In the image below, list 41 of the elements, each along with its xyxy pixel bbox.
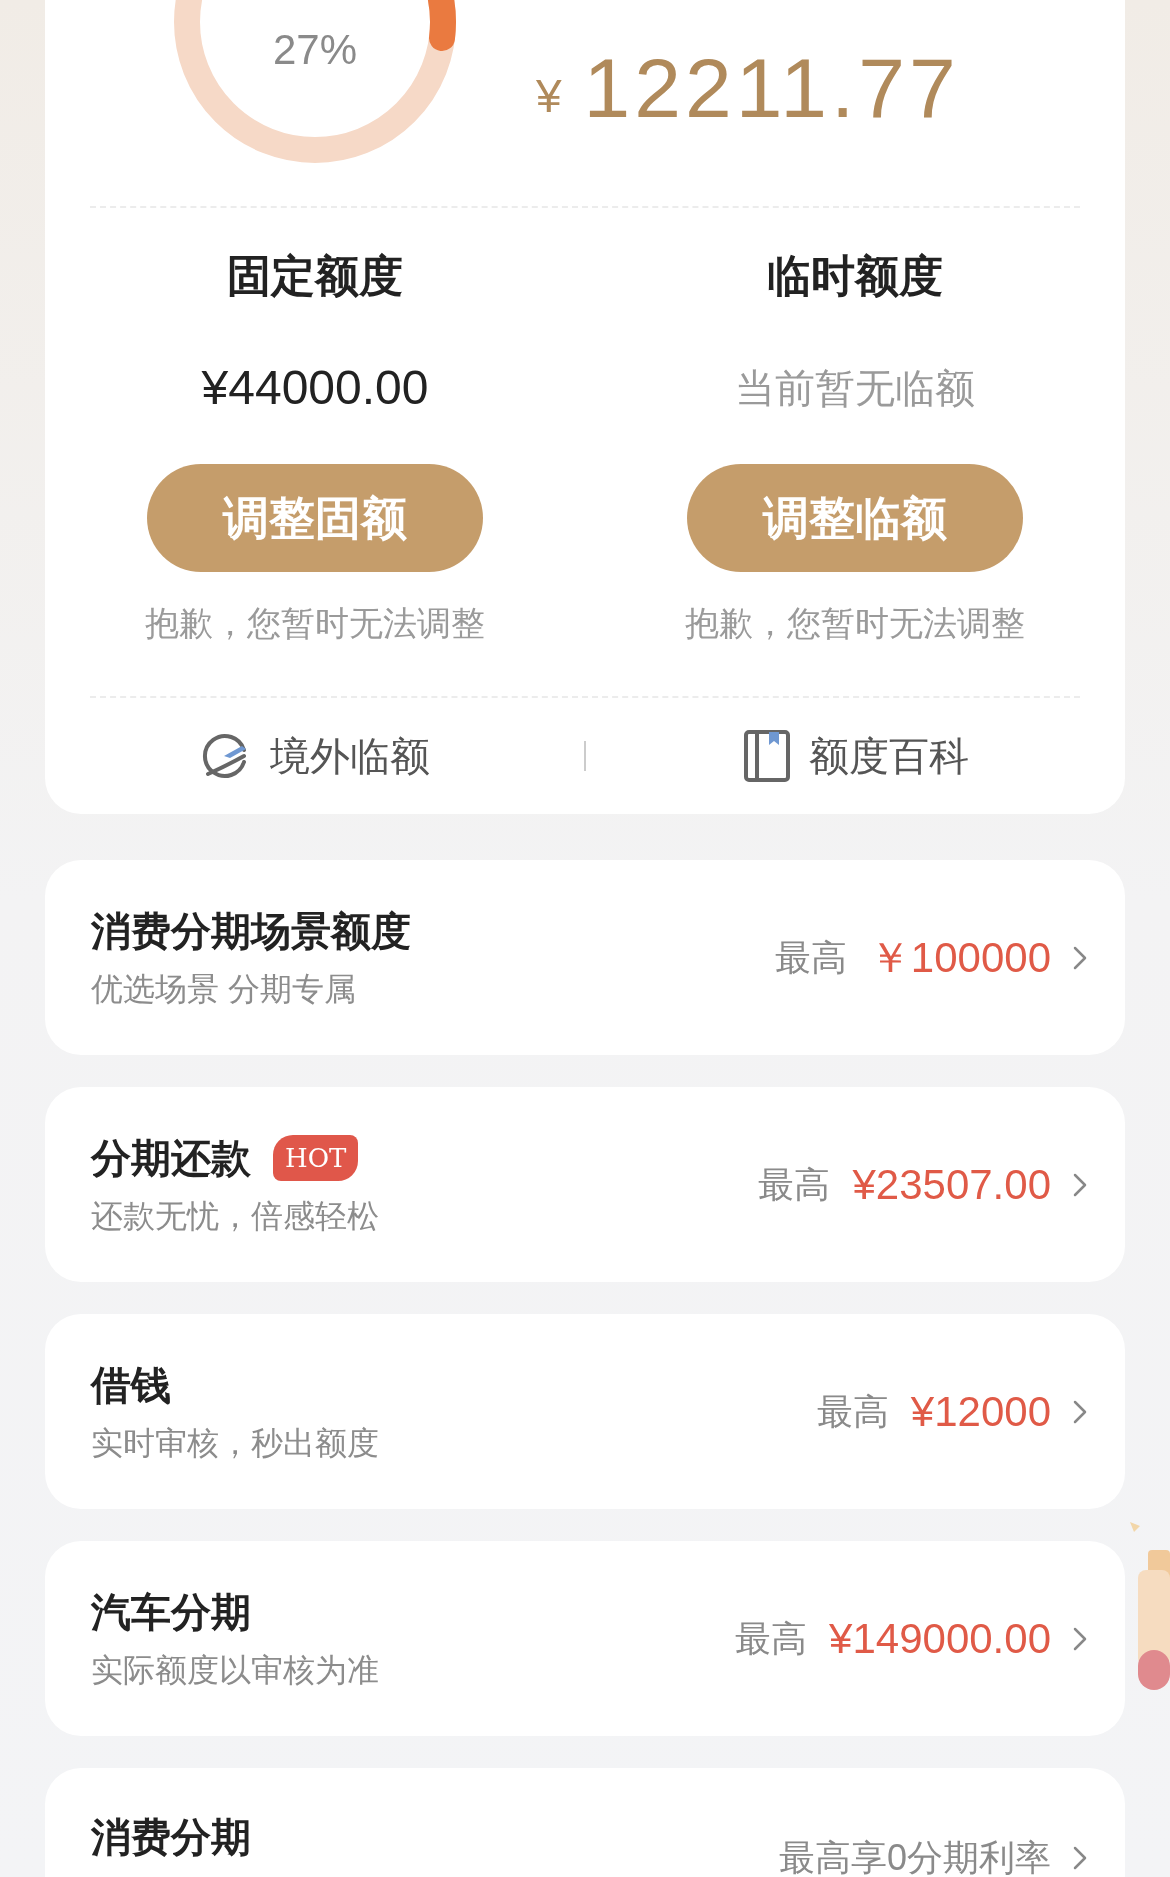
product-title: 消费分期 <box>91 1814 251 1861</box>
adjust-unavailable-note: 抱歉，您暂时无法调整 <box>685 603 1025 644</box>
product-subtitle: 实际额度以审核为准 <box>91 1650 380 1690</box>
max-amount: ￥100000 <box>868 933 1051 983</box>
chevron-right-icon <box>1073 1172 1087 1197</box>
max-amount: ¥23507.00 <box>852 1160 1051 1210</box>
product-subtitle: 优选场景 分期专属 <box>91 969 357 1009</box>
book-icon <box>742 729 791 783</box>
adjust-unavailable-note: 抱歉，您暂时无法调整 <box>145 603 485 644</box>
product-card[interactable]: 分期还款 HOT 还款无忧，倍感轻松 最高 ¥23507.00 <box>45 1087 1125 1282</box>
limit-value: 当前暂无临额 <box>735 365 975 412</box>
limit-value: ¥44000.00 <box>201 360 429 416</box>
product-title: 汽车分期 <box>91 1588 251 1636</box>
max-amount: ¥149000.00 <box>829 1614 1051 1664</box>
product-title: 消费分期场景额度 <box>91 907 411 955</box>
hot-badge: HOT <box>273 1134 359 1181</box>
chevron-right-icon <box>1073 1846 1087 1870</box>
limit-title: 固定额度 <box>227 250 403 302</box>
quota-link[interactable]: 额度百科 <box>586 726 1125 786</box>
product-subtitle: 还款无忧，倍感轻松 <box>91 1196 380 1236</box>
limit-title: 临时额度 <box>767 250 943 302</box>
available-amount: 12211.77 <box>583 46 960 130</box>
product-card[interactable]: 借钱 实时审核，秒出额度 最高 ¥12000 <box>45 1314 1125 1509</box>
product-title: 借钱 <box>91 1361 171 1409</box>
currency-symbol: ¥ <box>536 69 562 124</box>
chevron-right-icon <box>1073 1399 1087 1424</box>
chevron-right-icon <box>1073 1626 1087 1651</box>
remaining-percent: 27% <box>271 25 359 75</box>
max-label: 最高享0分期利率 <box>778 1838 1051 1877</box>
product-subtitle: 实时审核，秒出额度 <box>91 1423 380 1463</box>
product-card[interactable]: 汽车分期 实际额度以审核为准 最高 ¥149000.00 <box>45 1541 1125 1736</box>
chevron-right-icon <box>1073 945 1087 970</box>
quota-link[interactable]: 境外临额 <box>45 726 584 786</box>
product-title: 分期还款 <box>91 1134 251 1182</box>
max-label: 最高 <box>735 1618 808 1659</box>
product-card[interactable]: 消费分期场景额度 优选场景 分期专属 最高 ￥100000 <box>45 860 1125 1055</box>
max-amount: ¥12000 <box>910 1387 1051 1437</box>
product-card[interactable]: 消费分期 最高享0分期利率 <box>45 1768 1125 1877</box>
max-label: 最高 <box>774 937 847 978</box>
max-label: 最高 <box>758 1164 831 1205</box>
max-label: 最高 <box>816 1391 889 1432</box>
